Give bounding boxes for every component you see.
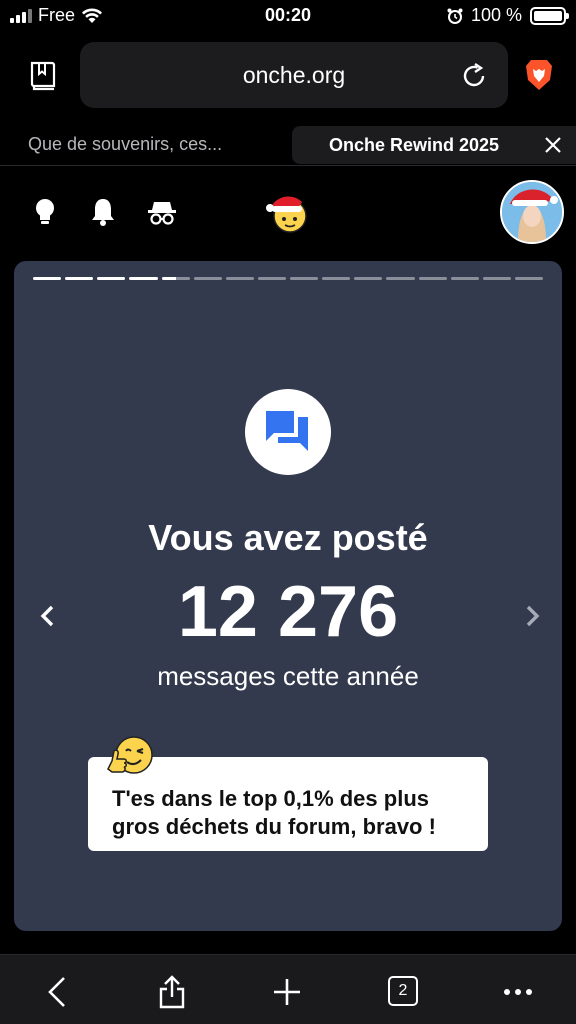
plus-icon[interactable] (271, 975, 303, 1009)
fact-text: T'es dans le top 0,1% des plus gros déch… (112, 786, 436, 839)
back-icon[interactable] (42, 975, 74, 1009)
wink-thumbs-up-emoji-icon (107, 736, 153, 774)
chat-icon (266, 411, 308, 451)
progress-segment (322, 277, 351, 280)
battery-percent: 100 % (470, 5, 522, 25)
count-caption: messages cette année (157, 661, 419, 691)
santa-emoji-icon[interactable] (264, 188, 312, 236)
bookmarks-icon[interactable] (28, 60, 58, 92)
battery-icon (530, 6, 569, 25)
progress-segment (225, 277, 254, 280)
progress-segment (33, 277, 62, 280)
url-text: onche.org (242, 62, 346, 88)
tab-onche-rewind[interactable]: Onche Rewind 2025 (292, 126, 576, 164)
chevron-right-icon[interactable] (522, 601, 544, 631)
brave-lion-icon[interactable] (524, 58, 554, 92)
alarm-icon (447, 8, 463, 24)
progress-segment (450, 277, 479, 280)
bottom-toolbar: 2 (0, 954, 576, 1024)
progress-segment (257, 277, 286, 280)
progress-segment (97, 277, 126, 280)
progress-segment (354, 277, 383, 280)
progress-segment (193, 277, 222, 280)
status-bar: Free 00:20 100 % (0, 0, 576, 32)
close-icon[interactable] (542, 134, 564, 156)
bell-icon[interactable] (88, 196, 118, 228)
story-progress (33, 277, 543, 281)
progress-segment (386, 277, 415, 280)
progress-segment (161, 277, 190, 280)
headline: Vous avez posté (148, 517, 428, 558)
chevron-left-icon[interactable] (36, 601, 58, 631)
progress-segment (482, 277, 511, 280)
progress-segment (129, 277, 158, 280)
tab-label: Onche Rewind 2025 (329, 135, 500, 155)
progress-segment (514, 277, 543, 280)
progress-segment (418, 277, 447, 280)
browser-header: onche.org (0, 32, 576, 122)
status-right: 100 % (447, 5, 569, 26)
message-count: 12 276 (177, 572, 399, 652)
rewind-card[interactable]: Vous avez posté 12 276 messages cette an… (14, 261, 562, 931)
url-bar[interactable]: onche.org (80, 42, 508, 108)
avatar[interactable] (500, 180, 564, 244)
fact-box: T'es dans le top 0,1% des plus gros déch… (88, 736, 488, 851)
tab-que-de-souvenirs[interactable]: Que de souvenirs, ces... (28, 134, 222, 155)
progress-segment (65, 277, 94, 280)
avatar-image (502, 182, 562, 242)
tab-count-button[interactable]: 2 (388, 976, 418, 1006)
lightbulb-icon[interactable] (30, 196, 60, 228)
tab-strip: Que de souvenirs, ces... Onche Rewind 20… (0, 124, 576, 166)
chat-icon-badge (245, 389, 331, 475)
reload-icon[interactable] (460, 62, 488, 90)
share-icon[interactable] (156, 975, 188, 1009)
more-icon[interactable] (502, 975, 534, 1009)
site-nav (0, 176, 576, 250)
incognito-icon[interactable] (146, 196, 178, 228)
progress-segment (290, 277, 319, 280)
